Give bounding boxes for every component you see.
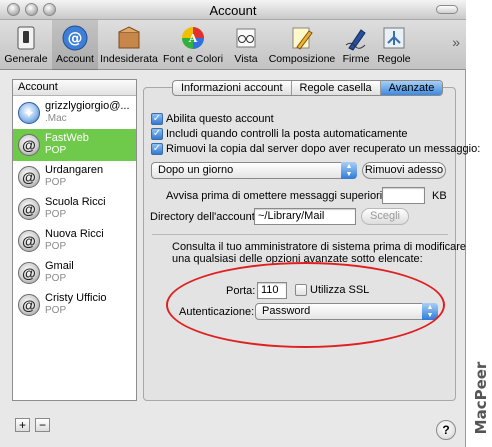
account-type: POP [45, 241, 67, 252]
toolbar-account[interactable]: @ Account [52, 20, 98, 70]
account-item-nuova-ricci[interactable]: @ Nuova Ricci POP [13, 225, 136, 257]
tab-regole-casella[interactable]: Regole casella [292, 81, 381, 95]
toolbar-label: Composizione [268, 53, 336, 65]
directory-input[interactable]: ~/Library/Mail [254, 208, 356, 225]
account-name: Gmail [45, 260, 74, 272]
account-list: Account ✦ grizzlygiorgio@... .Mac @ Fast… [12, 79, 137, 401]
account-item-scuola-ricci[interactable]: @ Scuola Ricci POP [13, 193, 136, 225]
account-name: Nuova Ricci [45, 228, 104, 240]
toolbar-vista[interactable]: Vista [228, 20, 264, 70]
remove-copy-checkbox[interactable]: ✓ [151, 143, 163, 155]
account-window: Account Generale @ Account Indesiderata [0, 0, 480, 447]
account-type: POP [45, 177, 67, 188]
toolbar-label: Regole [377, 53, 411, 65]
remove-now-button[interactable]: Rimuovi adesso [362, 162, 446, 179]
prompt-size-unit: KB [432, 190, 447, 202]
toolbar-firme[interactable]: Firme [340, 20, 372, 70]
help-button[interactable]: ? [436, 420, 456, 440]
highlight-oval [166, 262, 445, 348]
at-icon: @ [18, 166, 40, 188]
prompt-size-input[interactable] [382, 187, 425, 204]
toolbar-composizione[interactable]: Composizione [266, 20, 338, 70]
toolbar-label: Generale [4, 53, 48, 65]
choose-directory-button[interactable]: Scegli [361, 208, 409, 225]
popup-arrows-icon: ▲ ▼ [341, 162, 357, 179]
tab-avanzate[interactable]: Avanzate [380, 81, 443, 95]
add-account-button[interactable]: + [15, 418, 30, 432]
toolbar-label: Account [56, 53, 94, 65]
account-item-fastweb[interactable]: @ FastWeb POP [13, 129, 136, 161]
account-type: .Mac [45, 113, 67, 124]
account-type: POP [45, 273, 67, 284]
account-item-urdangaren[interactable]: @ Urdangaren POP [13, 161, 136, 193]
toolbar-indesiderata[interactable]: Indesiderata [100, 20, 158, 70]
rules-icon [383, 27, 405, 49]
account-name: grizzlygiorgio@... [45, 100, 130, 112]
account-type: POP [45, 305, 67, 316]
glasses-icon [236, 28, 256, 48]
dotmac-icon: ✦ [18, 102, 40, 124]
toolbar-toggle-button[interactable] [436, 5, 458, 14]
admin-note-line1: Consulta il tuo amministratore di sistem… [172, 241, 467, 253]
tab-bar: Informazioni account Regole casella Avan… [172, 80, 444, 96]
toolbar-font-colori[interactable]: A Font e Colori [160, 20, 226, 70]
account-name: FastWeb [45, 132, 89, 144]
include-check-label: Includi quando controlli la posta automa… [166, 128, 408, 140]
at-icon: @ [18, 134, 40, 156]
svg-text:A: A [188, 32, 198, 45]
account-item-cristy-ufficio[interactable]: @ Cristy Ufficio POP [13, 289, 136, 321]
toolbar-label: Firme [342, 53, 370, 65]
remove-when-value: Dopo un giorno [158, 164, 234, 176]
enable-account-checkbox[interactable]: ✓ [151, 113, 163, 125]
at-icon: @ [18, 198, 40, 220]
toolbar-label: Vista [234, 53, 258, 65]
remove-account-button[interactable]: − [35, 418, 50, 432]
toolbar-regole[interactable]: Regole [374, 20, 414, 70]
tab-informazioni-account[interactable]: Informazioni account [173, 81, 292, 95]
junk-icon [118, 26, 140, 49]
account-name: Cristy Ufficio [45, 292, 107, 304]
remove-copy-label: Rimuovi la copia dal server dopo aver re… [166, 143, 481, 155]
at-icon: @ [18, 262, 40, 284]
window-title: Account [209, 3, 257, 18]
account-type: POP [45, 209, 67, 220]
account-item-mac[interactable]: ✦ grizzlygiorgio@... .Mac [13, 97, 136, 129]
directory-label: Directory dell'account: [150, 211, 258, 223]
account-list-header: Account [13, 80, 136, 96]
fountain-pen-icon [345, 29, 366, 51]
pencil-icon [292, 27, 313, 50]
watermark-text: MacPeer [472, 361, 490, 435]
switch-icon [17, 26, 35, 50]
account-item-gmail[interactable]: @ Gmail POP [13, 257, 136, 289]
toolbar-overflow-icon[interactable]: » [452, 34, 460, 50]
at-icon: @ [62, 25, 88, 51]
svg-text:@: @ [68, 29, 83, 47]
remove-when-popup[interactable]: Dopo un giorno ▲ ▼ [151, 162, 357, 179]
account-name: Urdangaren [45, 164, 104, 176]
at-icon: @ [18, 294, 40, 316]
divider [152, 234, 448, 235]
toolbar-label: Font e Colori [162, 53, 224, 65]
include-check-checkbox[interactable]: ✓ [151, 128, 163, 140]
toolbar-generale[interactable]: Generale [4, 20, 48, 70]
watermark-logo: MacPeer [472, 355, 490, 445]
color-wheel-icon: A [182, 27, 204, 49]
at-icon: @ [18, 230, 40, 252]
title-bar: Account [0, 0, 466, 20]
account-type: POP [45, 145, 67, 156]
toolbar-label: Indesiderata [100, 53, 158, 65]
account-name: Scuola Ricci [45, 196, 106, 208]
prompt-size-label: Avvisa prima di omettere messaggi superi… [166, 190, 392, 202]
preferences-toolbar: Generale @ Account Indesiderata A Font e… [0, 20, 466, 70]
enable-account-label: Abilita questo account [166, 113, 274, 125]
